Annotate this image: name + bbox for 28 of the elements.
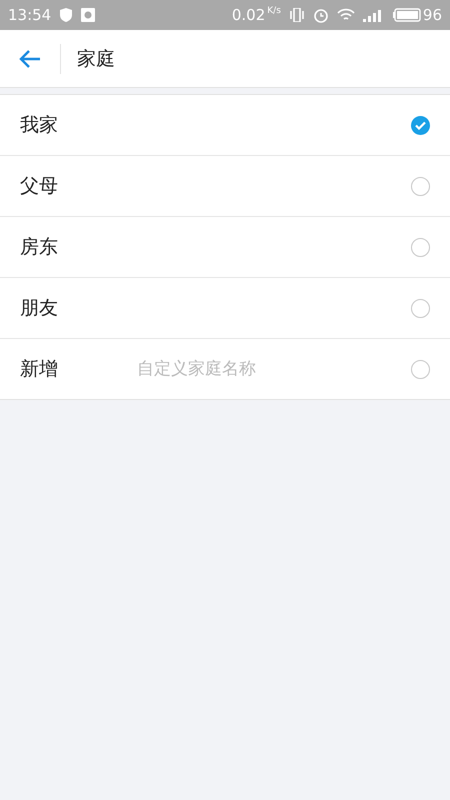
- option-row[interactable]: 新增 自定义家庭名称: [0, 339, 450, 399]
- option-label: 父母: [20, 174, 59, 199]
- alarm-icon: [312, 7, 329, 23]
- radio-icon[interactable]: [411, 360, 430, 378]
- back-arrow-icon[interactable]: [19, 50, 41, 68]
- radio-icon[interactable]: [411, 176, 430, 196]
- option-label: 房东: [20, 235, 59, 260]
- checked-radio-icon[interactable]: [411, 116, 430, 134]
- shield-icon: [59, 7, 74, 23]
- battery-icon: [392, 8, 421, 22]
- option-row[interactable]: 父母: [0, 156, 450, 217]
- option-label: 朋友: [20, 296, 59, 321]
- speed-unit: K/s: [267, 6, 281, 16]
- vibrate-icon: [288, 8, 305, 22]
- battery-level: 96: [422, 6, 442, 24]
- wifi-icon: [336, 8, 355, 22]
- radio-icon[interactable]: [411, 238, 430, 256]
- clock-time: 13:54: [8, 6, 52, 24]
- network-speed: 0.02: [232, 6, 266, 24]
- option-row[interactable]: 房东: [0, 217, 450, 278]
- option-label: 新增: [20, 357, 59, 382]
- name-input-field[interactable]: 自定义家庭名称: [137, 359, 411, 379]
- option-row[interactable]: 朋友: [0, 278, 450, 339]
- option-label: 我家: [20, 113, 59, 138]
- page-title: 家庭: [77, 46, 115, 72]
- option-row[interactable]: 我家: [0, 95, 450, 156]
- app-icon: [81, 8, 96, 22]
- radio-icon[interactable]: [411, 298, 430, 318]
